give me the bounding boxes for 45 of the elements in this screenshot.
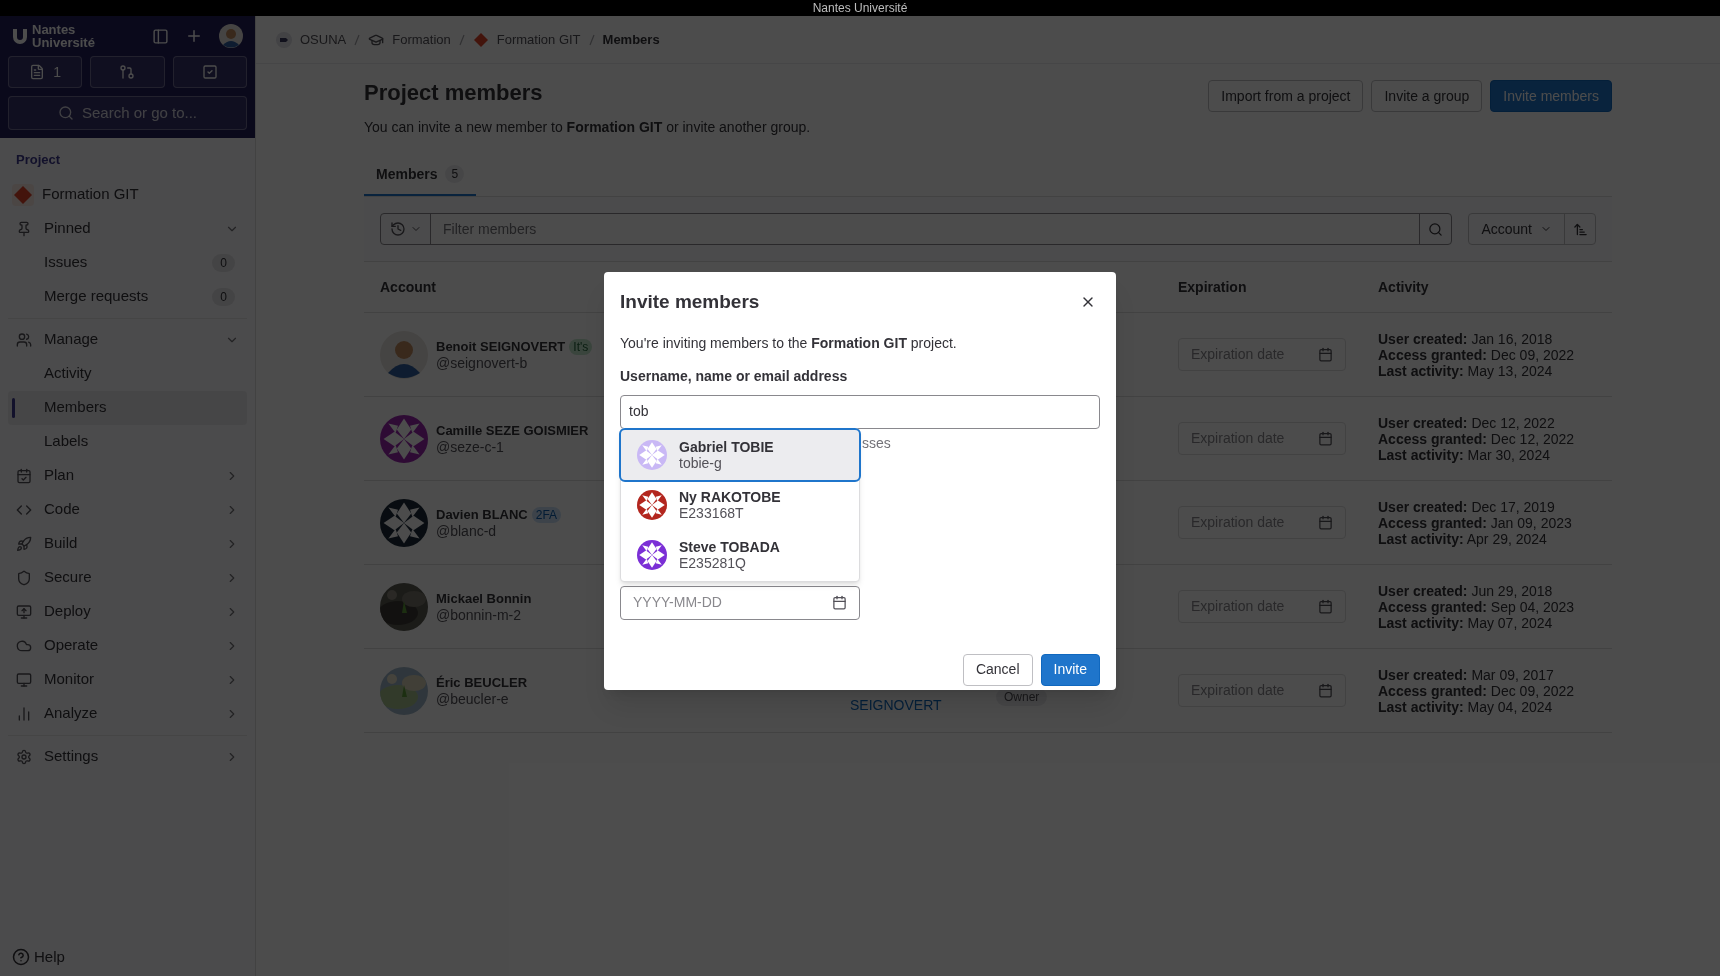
column-header: Expiration [1178,277,1247,297]
dialog-title: Invite members [620,290,760,314]
activity-line: User created: Mar 09, 2017 [1378,666,1555,683]
member-name[interactable]: Mickael Bonnin [436,590,532,607]
logo-text: Nantes Université [32,23,96,49]
activity-line: Last activity: May 04, 2024 [1378,698,1554,715]
date-field[interactable]: YYYY-MM-DD [620,585,860,620]
suggestion-username: tobie-g [679,455,723,471]
activity-line: Last activity: Mar 30, 2024 [1378,446,1551,463]
suggestion-item[interactable]: Ny RAKOTOBE E233168T [621,480,859,530]
column-header: Activity [1378,277,1429,297]
suggestion-name: Steve TOBADA [679,539,780,555]
suggestion-item[interactable]: Gabriel TOBIE tobie-g [621,430,859,480]
field-hint: sses [862,433,892,453]
suggestion-item[interactable]: Steve TOBADA E235281Q [621,530,859,580]
page-title: Project members [364,79,544,107]
window-title: Nantes Université [812,0,908,17]
activity-line: User created: Dec 12, 2022 [1378,414,1556,431]
member-name[interactable]: Camille SEZE GOISMIER [436,422,589,439]
suggestion-username: E233168T [679,505,745,521]
calendar-icon [832,595,847,610]
activity-line: Access granted: Dec 09, 2022 [1378,682,1576,699]
activity-line: Last activity: Apr 29, 2024 [1378,530,1548,547]
column-header: Account [380,277,436,297]
dialog-button[interactable]: Invite [1040,653,1100,686]
section-heading: Project [15,151,62,169]
member-name[interactable]: Éric BEUCLER [436,674,528,691]
activity-line: Last activity: May 13, 2024 [1378,362,1554,379]
activity-line: Access granted: Dec 12, 2022 [1378,430,1576,447]
activity-line: Access granted: Jan 09, 2023 [1378,514,1573,531]
suggestion-name: Ny RAKOTOBE [679,489,781,505]
activity-line: User created: Jun 29, 2018 [1378,582,1554,599]
activity-line: User created: Jan 16, 2018 [1378,330,1554,347]
page-subtitle: You can invite a new member to Formation GIT or invite another group. [364,118,811,137]
member-name[interactable]: Davien BLANC [436,506,528,523]
suggestion-name: Gabriel TOBIE [679,439,774,455]
activity-line: Access granted: Sep 04, 2023 [1378,598,1576,615]
field-label: Username, name or email address [620,366,849,386]
dialog-intro: You're inviting members to the Formation GIT project. [620,333,958,353]
dialog-button[interactable]: Cancel [962,653,1033,686]
activity-line: Last activity: May 07, 2024 [1378,614,1554,631]
suggestion-username: E235281Q [679,555,747,571]
activity-line: User created: Dec 17, 2019 [1378,498,1556,515]
activity-line: Access granted: Dec 09, 2022 [1378,346,1576,363]
member-name[interactable]: Benoit SEIGNOVERT [436,338,566,355]
